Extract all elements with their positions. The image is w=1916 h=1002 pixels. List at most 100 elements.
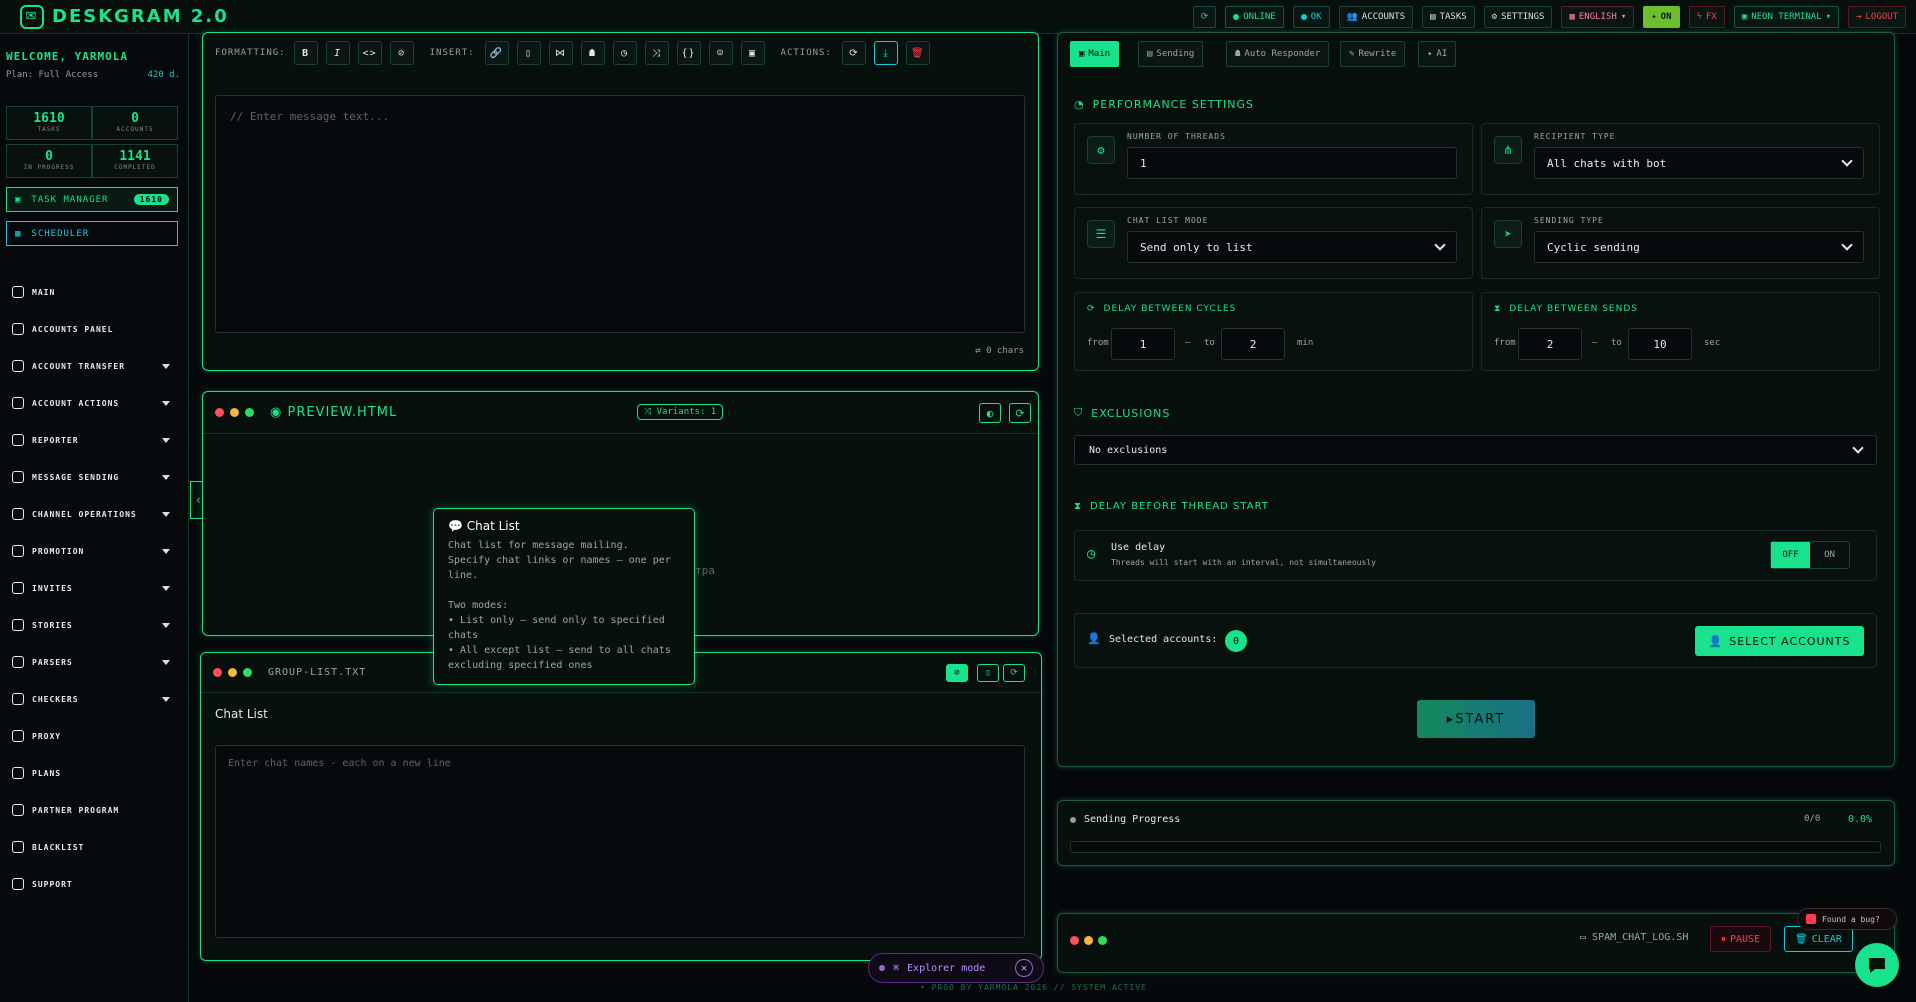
- footer-text: • PROD BY YARMOLA 2026 // SYSTEM ACTIVE: [920, 983, 1147, 992]
- sidebar-item-stories[interactable]: STORIES: [12, 616, 170, 634]
- language-select[interactable]: ▦ ENGLISH ▾: [1561, 6, 1635, 28]
- sidebar-item-channel-operations[interactable]: CHANNEL OPERATIONS: [12, 505, 170, 523]
- sidebar-item-label: CHECKERS: [32, 694, 79, 704]
- pause-button[interactable]: ⏸ PAUSE: [1710, 926, 1772, 952]
- on-toggle[interactable]: ✦ ON: [1643, 6, 1680, 28]
- clock-icon[interactable]: ◷: [612, 41, 637, 65]
- sidebar-item-reporter[interactable]: REPORTER: [12, 431, 170, 449]
- send-from-input[interactable]: 2: [1518, 328, 1582, 360]
- explorer-mode-pill[interactable]: ⌘ Explorer mode ✕: [868, 953, 1044, 983]
- tasks-button[interactable]: ▤ TASKS: [1422, 6, 1475, 28]
- logout-button[interactable]: ⇥ LOGOUT: [1848, 6, 1906, 28]
- sidebar-item-proxy[interactable]: PROXY: [12, 727, 170, 745]
- variants-badge[interactable]: ⤨ Variants: 1: [637, 404, 724, 420]
- refresh-icon[interactable]: ⟳: [841, 41, 866, 65]
- sidebar-item-plans[interactable]: PLANS: [12, 764, 170, 782]
- chat-support-button[interactable]: [1855, 943, 1899, 987]
- save-icon[interactable]: ⤓: [873, 41, 898, 65]
- settings-button[interactable]: ⚙ SETTINGS: [1483, 6, 1553, 28]
- bold-button[interactable]: B: [293, 41, 318, 65]
- image-icon[interactable]: ▣: [740, 41, 765, 65]
- tab-ai[interactable]: ✦ AI: [1418, 41, 1457, 67]
- eye-icon: ◉: [270, 405, 288, 420]
- sidebar-item-blacklist[interactable]: BLACKLIST: [12, 838, 170, 856]
- formatting-label: FORMATTING:: [215, 48, 286, 58]
- ok-status: OK: [1292, 6, 1330, 28]
- tab-auto-responder[interactable]: ☗ Auto Responder: [1226, 41, 1330, 67]
- sidebar-item-message-sending[interactable]: MESSAGE SENDING: [12, 468, 170, 486]
- close-icon[interactable]: ✕: [1015, 959, 1033, 977]
- sidebar-item-main[interactable]: MAIN: [12, 283, 170, 301]
- chat-list-textarea[interactable]: Enter chat names - each on a new line: [215, 745, 1025, 938]
- tab-sending[interactable]: ▤ Sending: [1138, 41, 1204, 67]
- sidebar-item-account-transfer[interactable]: ACCOUNT TRANSFER: [12, 357, 170, 375]
- link-icon[interactable]: 🔗: [484, 41, 509, 65]
- chevron-down-icon: [162, 622, 170, 628]
- fx-toggle[interactable]: ϟ FX: [1688, 6, 1725, 28]
- toggle-on[interactable]: ON: [1810, 542, 1849, 568]
- trash-icon[interactable]: 🗑: [905, 41, 930, 65]
- scheduler-button[interactable]: ▦ SCHEDULER: [6, 221, 178, 246]
- braces-icon[interactable]: {}: [676, 41, 701, 65]
- bug-report-button[interactable]: Found a bug?: [1797, 908, 1897, 930]
- import-button[interactable]: ▯: [977, 664, 999, 682]
- cycle-from-input[interactable]: 1: [1111, 328, 1175, 360]
- bot-icon[interactable]: ☗: [580, 41, 605, 65]
- sidebar-item-accounts-panel[interactable]: ACCOUNTS PANEL: [12, 320, 170, 338]
- accounts-button[interactable]: 👥 ACCOUNTS: [1338, 6, 1414, 28]
- chat-mode-select[interactable]: Send only to list: [1127, 231, 1457, 263]
- emoji-icon[interactable]: ☺: [708, 41, 733, 65]
- shield-icon: [12, 730, 24, 742]
- sidebar-item-account-actions[interactable]: ACCOUNT ACTIONS: [12, 394, 170, 412]
- list-refresh-button[interactable]: ⟳: [1003, 664, 1025, 682]
- sidebar-item-partner-program[interactable]: PARTNER PROGRAM: [12, 801, 170, 819]
- chat-list-heading: Chat List: [215, 707, 268, 721]
- task-manager-button[interactable]: ▣ TASK MANAGER 1610: [6, 187, 178, 212]
- send-type-card: ➤ SENDING TYPE Cyclic sending: [1481, 207, 1880, 279]
- sidebar-item-invites[interactable]: INVITES: [12, 579, 170, 597]
- spoiler-button[interactable]: ⊘: [389, 41, 414, 65]
- chevron-down-icon: [162, 363, 170, 369]
- tab-rewrite[interactable]: ✎ Rewrite: [1340, 41, 1406, 67]
- tab-main[interactable]: ▣ Main: [1070, 41, 1120, 67]
- list-mode-button[interactable]: ⊘: [946, 664, 968, 682]
- app-logo[interactable]: ✉ DESKGRAM 2.0: [0, 4, 229, 29]
- chevron-down-icon: [162, 548, 170, 554]
- sidebar-item-parsers[interactable]: PARSERS: [12, 653, 170, 671]
- send-type-select[interactable]: Cyclic sending: [1534, 231, 1864, 263]
- refresh-button[interactable]: ⟳: [1192, 6, 1217, 28]
- close-dot-icon: [1070, 936, 1079, 945]
- shuffle-icon[interactable]: ⤨: [644, 41, 669, 65]
- code-button[interactable]: <>: [357, 41, 382, 65]
- exclusions-select[interactable]: No exclusions: [1074, 435, 1877, 465]
- share-icon[interactable]: ⋈: [548, 41, 573, 65]
- recipient-select[interactable]: All chats with bot: [1534, 147, 1864, 179]
- sparkle-icon: ✦: [1427, 49, 1433, 59]
- select-accounts-button[interactable]: 👤 SELECT ACCOUNTS: [1695, 626, 1864, 656]
- home-icon: [12, 286, 24, 298]
- send-to-input[interactable]: 10: [1628, 328, 1692, 360]
- file-icon[interactable]: ▯: [516, 41, 541, 65]
- sidebar-item-label: PLANS: [32, 768, 62, 778]
- sidebar-item-support[interactable]: SUPPORT: [12, 875, 170, 893]
- sidebar-item-promotion[interactable]: PROMOTION: [12, 542, 170, 560]
- theme-select[interactable]: ▣ NEON TERMINAL ▾: [1733, 6, 1840, 28]
- preview-refresh-button[interactable]: ⟳: [1009, 403, 1031, 423]
- cycle-to-input[interactable]: 2: [1221, 328, 1285, 360]
- threads-input[interactable]: 1: [1127, 147, 1457, 179]
- user-gear-icon: [12, 397, 24, 409]
- welcome-text: WELCOME, YARMOLA: [6, 50, 128, 63]
- start-button[interactable]: ▸ START: [1417, 700, 1535, 738]
- sidebar-item-checkers[interactable]: CHECKERS: [12, 690, 170, 708]
- delay-toggle[interactable]: OFF ON: [1770, 541, 1850, 569]
- chat-icon: [12, 471, 24, 483]
- send-icon: ▤: [1147, 49, 1153, 59]
- terminal-icon: ▭: [1580, 932, 1593, 943]
- sidebar-item-label: ACCOUNT TRANSFER: [32, 361, 126, 371]
- italic-button[interactable]: I: [325, 41, 350, 65]
- palette-button[interactable]: ◐: [979, 403, 1001, 423]
- message-textarea[interactable]: // Enter message text...: [215, 95, 1025, 333]
- toggle-off[interactable]: OFF: [1771, 542, 1810, 568]
- check-icon: ⊘: [954, 668, 960, 678]
- status-dot-icon: [1070, 817, 1076, 823]
